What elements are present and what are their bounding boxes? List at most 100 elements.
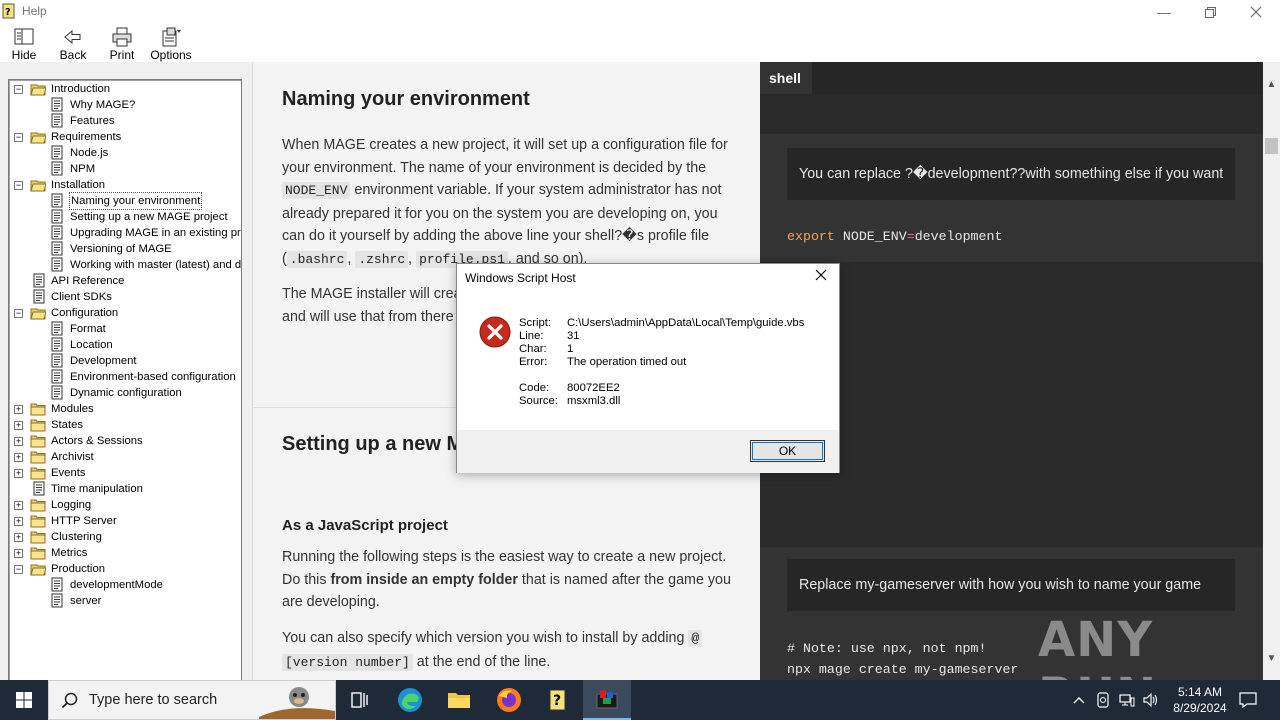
svg-text:?: ? <box>553 693 561 709</box>
toc-item[interactable]: − Requirements <box>9 129 241 145</box>
heading-javascript-project: As a JavaScript project <box>282 517 448 534</box>
collapse-icon[interactable]: − <box>14 85 23 94</box>
shell-note-gameserver: Replace my-gameserver with how you wish … <box>787 559 1235 611</box>
taskbar-search-box[interactable]: Type here to search <box>48 680 336 720</box>
toc-item-label: Actors & Sessions <box>51 435 143 447</box>
page-icon <box>51 385 63 400</box>
expand-icon[interactable]: + <box>14 421 23 430</box>
taskbar-help-app[interactable]: ? <box>534 680 582 720</box>
toc-item[interactable]: Why MAGE? <box>9 97 241 113</box>
expand-icon[interactable]: + <box>14 405 23 414</box>
toc-item[interactable]: + Archivist <box>9 449 241 465</box>
task-view-button[interactable] <box>336 680 384 720</box>
tray-overflow-button[interactable] <box>1068 680 1090 720</box>
toc-item-label: NPM <box>70 163 96 175</box>
toc-item[interactable]: − Configuration <box>9 305 241 321</box>
toc-item[interactable]: API Reference <box>9 273 241 289</box>
expand-icon[interactable]: + <box>14 533 23 542</box>
toc-item[interactable]: Format <box>9 321 241 337</box>
toc-item[interactable]: + Modules <box>9 401 241 417</box>
toc-item[interactable]: Time manipulation <box>9 481 241 497</box>
page-icon <box>51 241 63 256</box>
toc-item[interactable]: Environment-based configuration <box>9 369 241 385</box>
toc-item[interactable]: + Clustering <box>9 529 241 545</box>
expand-icon[interactable]: + <box>14 437 23 446</box>
close-button[interactable] <box>1233 0 1279 24</box>
value-script: C:\Users\admin\AppData\Local\Temp\guide.… <box>567 317 805 329</box>
expand-icon[interactable]: + <box>14 453 23 462</box>
toc-item-label: Introduction <box>51 83 111 95</box>
toc-item[interactable]: + States <box>9 417 241 433</box>
toc-item[interactable]: Setting up a new MAGE project <box>9 209 241 225</box>
expand-icon[interactable]: + <box>14 469 23 478</box>
book-closed-icon <box>30 419 46 432</box>
toc-item[interactable]: + Metrics <box>9 545 241 561</box>
print-button[interactable]: Print <box>99 26 145 62</box>
toc-item[interactable]: − Installation <box>9 177 241 193</box>
toc-item[interactable]: + Actors & Sessions <box>9 433 241 449</box>
start-button[interactable] <box>0 680 48 720</box>
content-scroll-thumb[interactable] <box>1265 138 1278 154</box>
toc-item-label: Requirements <box>51 131 122 143</box>
dialog-title: Windows Script Host <box>465 271 576 285</box>
taskbar-edge[interactable] <box>386 680 434 720</box>
expand-icon[interactable]: + <box>14 501 23 510</box>
collapse-icon[interactable]: − <box>14 181 23 190</box>
collapse-icon[interactable]: − <box>14 133 23 142</box>
network-icon <box>1119 694 1135 707</box>
page-icon <box>51 337 63 352</box>
paragraph-version: You can also specify which version you w… <box>282 627 732 674</box>
toc-item[interactable]: Versioning of MAGE <box>9 241 241 257</box>
tray-network[interactable] <box>1116 680 1138 720</box>
toc-item-label: Node.js <box>70 147 109 159</box>
taskbar-firefox[interactable] <box>485 680 533 720</box>
content-vertical-scrollbar[interactable]: ▲ ▼ <box>1263 62 1280 680</box>
toc-item[interactable]: Features <box>9 113 241 129</box>
toc-item-label: Location <box>70 339 113 351</box>
window-title: Help <box>22 4 47 18</box>
maximize-button[interactable] <box>1187 0 1233 24</box>
toc-item[interactable]: + Events <box>9 465 241 481</box>
minimize-button[interactable]: — <box>1141 0 1187 24</box>
variable-name: NODE_ENV <box>834 229 907 244</box>
code-node-env: NODE_ENV <box>282 182 351 199</box>
expand-icon[interactable]: + <box>14 517 23 526</box>
toc-item[interactable]: Naming your environment <box>9 192 241 210</box>
toc-tree[interactable]: − Introduction Why MAGE? Features − Requireme… <box>8 79 242 720</box>
ok-button[interactable]: OK <box>750 440 825 462</box>
toc-item[interactable]: NPM <box>9 161 241 177</box>
notifications-button[interactable] <box>1236 680 1260 720</box>
expand-icon[interactable]: + <box>14 549 23 558</box>
toc-item[interactable]: developmentMode <box>9 577 241 593</box>
toc-item[interactable]: + Logging <box>9 497 241 513</box>
collapse-icon[interactable]: − <box>14 565 23 574</box>
toc-item[interactable]: Node.js <box>9 145 241 161</box>
toc-item[interactable]: Upgrading MAGE in an existing proje <box>9 225 241 241</box>
options-button[interactable]: Options <box>148 26 194 62</box>
taskbar-script-host[interactable] <box>583 680 631 720</box>
hide-button[interactable]: Hide <box>1 26 47 62</box>
toc-item[interactable]: Client SDKs <box>9 289 241 305</box>
back-button[interactable]: Back <box>50 26 96 62</box>
page-icon <box>51 321 63 336</box>
toc-item[interactable]: − Production <box>9 561 241 577</box>
toc-item-label: developmentMode <box>70 579 163 591</box>
toc-item[interactable]: server <box>9 593 241 609</box>
collapse-icon[interactable]: − <box>14 309 23 318</box>
dialog-close-button[interactable] <box>809 266 833 288</box>
scroll-up-icon[interactable]: ▲ <box>1263 76 1280 93</box>
taskbar-clock[interactable]: 5:14 AM 8/29/2024 <box>1160 684 1240 716</box>
code-version-number: [version number] <box>282 653 413 671</box>
toc-item[interactable]: + HTTP Server <box>9 513 241 529</box>
toc-item-label: HTTP Server <box>51 515 117 527</box>
tab-shell[interactable]: shell <box>760 62 812 94</box>
toc-item[interactable]: Dynamic configuration <box>9 385 241 401</box>
toc-item[interactable]: Working with master (latest) and dev <box>9 257 241 273</box>
tray-meet-now[interactable] <box>1092 680 1114 720</box>
toc-item[interactable]: Development <box>9 353 241 369</box>
toc-item[interactable]: Location <box>9 337 241 353</box>
toc-item-label: Naming your environment <box>68 192 203 210</box>
tray-volume[interactable] <box>1140 680 1162 720</box>
toc-item[interactable]: − Introduction <box>9 81 241 97</box>
taskbar-file-explorer[interactable] <box>435 680 483 720</box>
